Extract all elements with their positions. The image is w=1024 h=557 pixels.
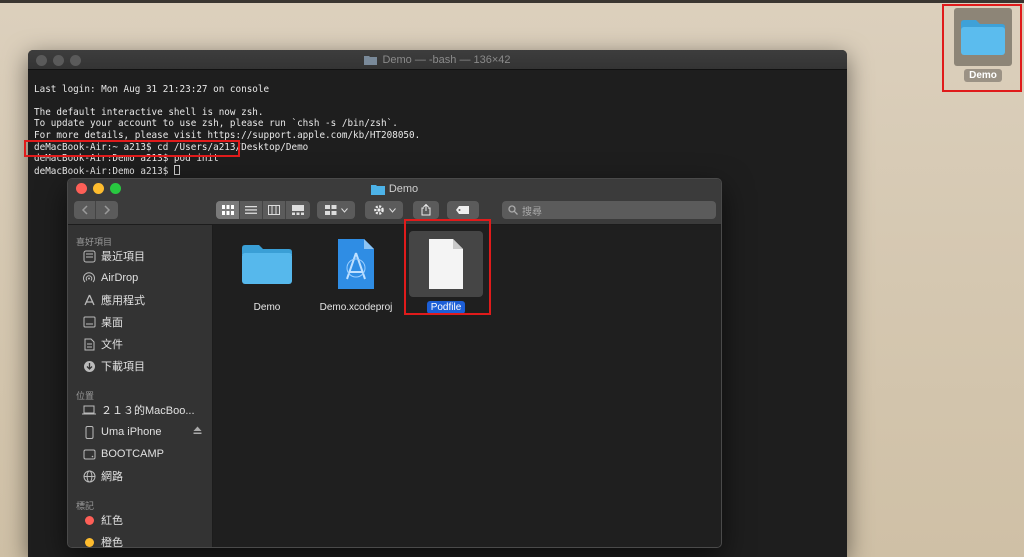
sidebar-item-documents[interactable]: 文件 xyxy=(68,333,212,355)
chevron-down-icon xyxy=(340,207,348,213)
applications-icon xyxy=(82,293,96,307)
share-button[interactable] xyxy=(413,201,439,219)
tag-button[interactable] xyxy=(447,201,479,219)
annotation-box-pod-init xyxy=(24,140,240,157)
eject-icon[interactable] xyxy=(193,426,202,438)
grid-icon xyxy=(324,205,336,215)
terminal-line: The default interactive shell is now zsh… xyxy=(34,106,264,118)
finder-window[interactable]: Demo 搜尋 喜好項目 最近項目 AirDrop 應用程式 桌面 文件 下載項… xyxy=(67,178,722,548)
minimize-button[interactable] xyxy=(53,55,64,66)
group-button[interactable] xyxy=(317,201,355,219)
close-button[interactable] xyxy=(36,55,47,66)
folder-icon xyxy=(230,231,304,297)
xcode-project-icon xyxy=(319,231,393,297)
sidebar-item-applications[interactable]: 應用程式 xyxy=(68,289,212,311)
terminal-line: ​ xyxy=(34,95,841,107)
finder-title: Demo xyxy=(388,183,419,195)
sidebar-item-recents[interactable]: 最近項目 xyxy=(68,245,212,267)
terminal-line: To update your account to use zsh, pleas… xyxy=(34,118,398,130)
laptop-icon xyxy=(82,403,96,417)
share-icon xyxy=(421,204,431,216)
sidebar-item-label: 下載項目 xyxy=(101,361,145,373)
sidebar-item-label: BOOTCAMP xyxy=(101,448,164,460)
back-button[interactable] xyxy=(74,201,96,219)
sidebar-item-desktop[interactable]: 桌面 xyxy=(68,311,212,333)
sidebar-item-macbook[interactable]: ２１３的MacBoo... xyxy=(68,399,212,421)
search-field[interactable]: 搜尋 xyxy=(502,201,716,219)
action-button[interactable] xyxy=(365,201,403,219)
sidebar-item-iphone[interactable]: Uma iPhone xyxy=(68,421,212,443)
chevron-down-icon xyxy=(388,207,396,213)
chevron-left-icon xyxy=(81,205,88,215)
file-name: Demo.xcodeproj xyxy=(319,302,393,313)
terminal-prompt: deMacBook-Air:Demo a213$ xyxy=(34,165,174,177)
tag-icon xyxy=(456,206,469,214)
sidebar-item-label: 網路 xyxy=(101,471,123,483)
menu-bar-edge xyxy=(0,0,1024,3)
globe-icon xyxy=(82,469,96,483)
minimize-button[interactable] xyxy=(93,183,104,194)
terminal-cursor xyxy=(173,164,180,175)
tag-red-dot-icon xyxy=(82,513,96,527)
sidebar-item-label: 橙色 xyxy=(101,537,123,548)
file-name: Demo xyxy=(253,302,281,313)
sidebar-item-label: 文件 xyxy=(101,339,123,351)
sidebar-item-label: 紅色 xyxy=(101,515,123,527)
finder-toolbar: 搜尋 xyxy=(68,199,721,225)
list-icon xyxy=(245,206,257,214)
nav-buttons xyxy=(74,201,118,219)
sidebar-item-label: ２１３的MacBoo... xyxy=(101,405,195,417)
list-view-button[interactable] xyxy=(240,201,263,219)
sidebar-header-tags: 標記 xyxy=(76,501,95,511)
download-icon xyxy=(82,359,96,373)
sidebar-item-tag-orange[interactable]: 橙色 xyxy=(68,531,212,548)
annotation-box-podfile xyxy=(404,219,491,315)
document-icon xyxy=(82,337,96,351)
clock-icon xyxy=(82,249,96,263)
terminal-title: Demo — -bash — 136×42 xyxy=(382,53,511,66)
chevron-right-icon xyxy=(104,205,111,215)
finder-sidebar: 喜好項目 最近項目 AirDrop 應用程式 桌面 文件 下載項目 位置 ２１３… xyxy=(68,225,213,547)
search-placeholder: 搜尋 xyxy=(522,206,542,218)
zoom-button[interactable] xyxy=(70,55,81,66)
airdrop-icon xyxy=(82,271,96,285)
search-icon xyxy=(508,205,518,215)
column-view-button[interactable] xyxy=(263,201,286,219)
columns-icon xyxy=(268,205,280,215)
sidebar-header-locations: 位置 xyxy=(76,391,95,401)
file-item-xcodeproj[interactable]: Demo.xcodeproj xyxy=(316,225,396,314)
gallery-view-button[interactable] xyxy=(286,201,310,219)
close-button[interactable] xyxy=(76,183,87,194)
sidebar-item-label: AirDrop xyxy=(101,272,139,284)
gallery-icon xyxy=(292,205,304,215)
sidebar-item-label: 桌面 xyxy=(101,317,123,329)
gear-icon xyxy=(373,205,384,215)
sidebar-item-label: 最近項目 xyxy=(101,251,145,263)
finder-titlebar[interactable]: Demo xyxy=(68,179,721,199)
desktop-icon xyxy=(82,315,96,329)
grid-icon xyxy=(221,205,234,215)
sidebar-item-bootcamp[interactable]: BOOTCAMP xyxy=(68,443,212,465)
sidebar-item-label: 應用程式 xyxy=(101,295,145,307)
folder-icon xyxy=(364,55,378,65)
icon-view-button[interactable] xyxy=(216,201,240,219)
phone-icon xyxy=(82,425,96,439)
tag-orange-dot-icon xyxy=(82,535,96,547)
annotation-box-desktop-folder xyxy=(942,4,1022,92)
disk-icon xyxy=(82,447,96,461)
sidebar-item-label: Uma iPhone xyxy=(101,426,162,438)
file-item-demo-folder[interactable]: Demo xyxy=(227,225,307,314)
terminal-titlebar[interactable]: Demo — -bash — 136×42 xyxy=(28,50,847,70)
folder-icon xyxy=(370,184,385,195)
sidebar-item-downloads[interactable]: 下載項目 xyxy=(68,355,212,377)
terminal-prompt-line: deMacBook-Air:Demo a213$ xyxy=(34,164,841,178)
zoom-button[interactable] xyxy=(110,183,121,194)
forward-button[interactable] xyxy=(96,201,118,219)
sidebar-item-network[interactable]: 網路 xyxy=(68,465,212,487)
sidebar-header-favorites: 喜好項目 xyxy=(76,237,113,247)
view-switcher xyxy=(216,201,310,219)
sidebar-item-tag-red[interactable]: 紅色 xyxy=(68,509,212,531)
terminal-line: Last login: Mon Aug 31 21:23:27 on conso… xyxy=(34,83,270,95)
sidebar-item-airdrop[interactable]: AirDrop xyxy=(68,267,212,289)
